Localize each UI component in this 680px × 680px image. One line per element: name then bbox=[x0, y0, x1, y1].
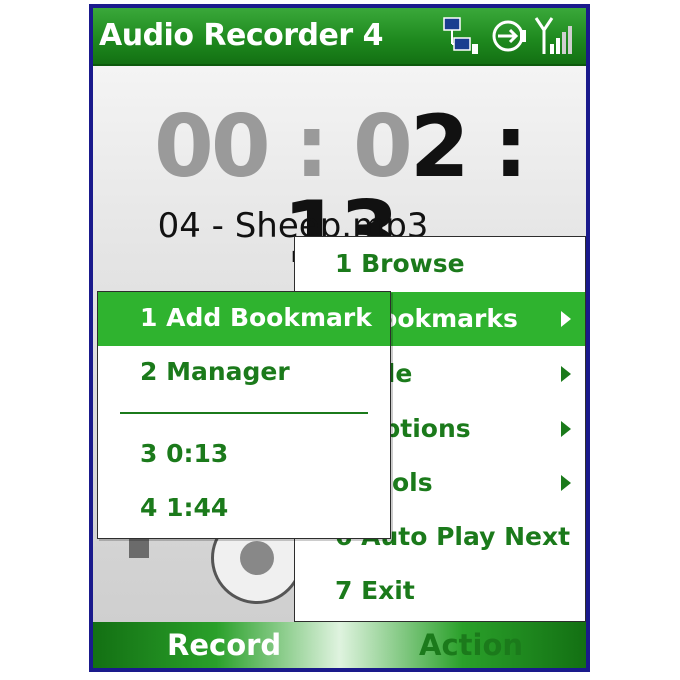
submenu-item-label: 1 Add Bookmark bbox=[140, 303, 372, 332]
submenu-arrow-icon bbox=[561, 421, 571, 437]
menu-item-exit[interactable]: 7 Exit bbox=[295, 564, 585, 618]
submenu-item-bookmark-1[interactable]: 3 0:13 bbox=[98, 428, 390, 482]
status-icons-svg bbox=[443, 17, 572, 54]
usb-sync-icon[interactable] bbox=[492, 20, 526, 52]
device-frame: Audio Recorder 4 00: 02: 13 04 - Sheep… bbox=[89, 4, 590, 672]
record-softkey[interactable]: Record bbox=[167, 628, 281, 662]
timer-leading-digits: 00 : 0 bbox=[154, 97, 413, 197]
network-activity-icon[interactable] bbox=[443, 17, 478, 54]
submenu-arrow-icon bbox=[561, 311, 571, 327]
bookmarks-submenu: 1 Add Bookmark 2 Manager 3 0:13 4 1:44 bbox=[97, 291, 391, 539]
submenu-item-add-bookmark[interactable]: 1 Add Bookmark bbox=[98, 292, 390, 346]
submenu-arrow-icon bbox=[561, 475, 571, 491]
menu-item-label: 7 Exit bbox=[335, 576, 415, 605]
screen: Audio Recorder 4 00: 02: 13 04 - Sheep… bbox=[93, 8, 586, 668]
submenu-item-label: 3 0:13 bbox=[140, 439, 229, 468]
submenu-item-label: 2 Manager bbox=[140, 357, 290, 386]
softkey-bar: Record Action bbox=[93, 622, 586, 668]
menu-item-label: 1 Browse bbox=[335, 249, 465, 278]
submenu-item-label: 4 1:44 bbox=[140, 493, 229, 522]
status-icons bbox=[440, 14, 580, 60]
submenu-divider bbox=[120, 412, 368, 414]
app-title: Audio Recorder 4 bbox=[99, 18, 383, 53]
submenu-arrow-icon bbox=[561, 366, 571, 382]
submenu-item-bookmark-2[interactable]: 4 1:44 bbox=[98, 482, 390, 536]
signal-strength-icon[interactable] bbox=[534, 17, 572, 54]
submenu-item-manager[interactable]: 2 Manager bbox=[98, 346, 390, 400]
menu-item-browse[interactable]: 1 Browse bbox=[295, 237, 585, 291]
title-bar: Audio Recorder 4 bbox=[93, 8, 586, 66]
action-softkey[interactable]: Action bbox=[419, 628, 523, 662]
